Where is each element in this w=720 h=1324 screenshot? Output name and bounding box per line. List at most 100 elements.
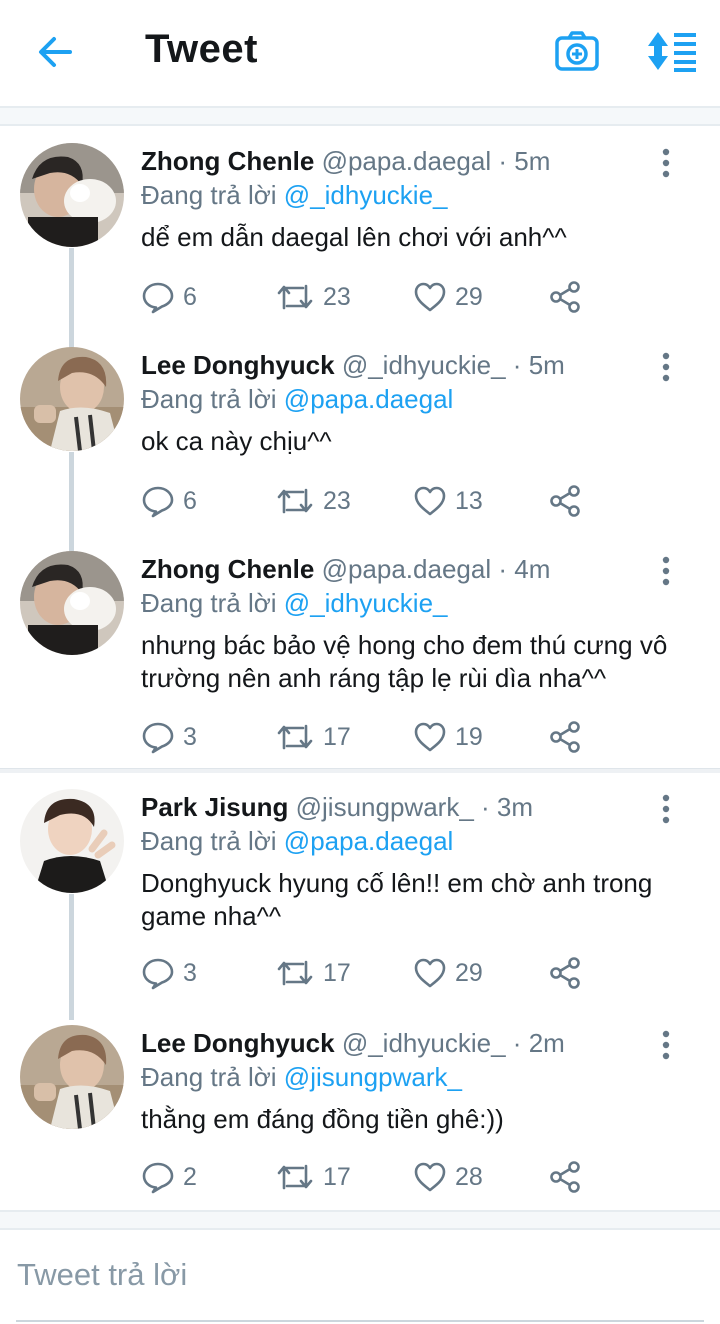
retweet-button[interactable]: 17 xyxy=(275,953,351,993)
conversation-thread: Park Jisung @jisungpwark_ · 3m Đang trả … xyxy=(0,772,720,1208)
author-handle[interactable]: @papa.daegal xyxy=(322,554,492,584)
retweet-button[interactable]: 23 xyxy=(275,277,351,317)
conversation-thread: Zhong Chenle @papa.daegal · 5m Đang trả … xyxy=(0,126,720,768)
tweet-actions: 6 23 13 xyxy=(141,481,601,521)
like-count: 28 xyxy=(455,1162,483,1191)
camera-add-icon xyxy=(555,31,599,71)
reply-input[interactable] xyxy=(0,1230,720,1320)
share-icon xyxy=(550,721,580,753)
like-button[interactable]: 13 xyxy=(413,481,483,521)
avatar[interactable] xyxy=(20,551,124,655)
tweet-header: Lee Donghyuck @_idhyuckie_ · 5m xyxy=(141,350,565,381)
retweet-icon xyxy=(277,1164,313,1190)
retweet-count: 17 xyxy=(323,1162,351,1191)
reply-count: 2 xyxy=(183,1162,197,1191)
retweet-icon xyxy=(277,488,313,514)
mention-link[interactable]: @papa.daegal xyxy=(284,826,454,856)
reply-button[interactable]: 2 xyxy=(141,1157,197,1197)
tweet[interactable]: Zhong Chenle @papa.daegal · 5m Đang trả … xyxy=(0,126,720,330)
replying-to: Đang trả lời @_idhyuckie_ xyxy=(141,588,448,619)
tweet-actions: 3 17 29 xyxy=(141,953,601,993)
retweet-button[interactable]: 23 xyxy=(275,481,351,521)
more-button[interactable] xyxy=(654,556,678,586)
section-divider xyxy=(0,108,720,126)
mention-link[interactable]: @_idhyuckie_ xyxy=(284,588,448,618)
reply-bubble-icon xyxy=(142,958,174,990)
like-button[interactable]: 29 xyxy=(413,953,483,993)
author-handle[interactable]: @jisungpwark_ xyxy=(296,792,474,822)
avatar[interactable] xyxy=(20,789,124,893)
reply-count: 6 xyxy=(183,282,197,311)
camera-button[interactable] xyxy=(554,29,600,73)
retweet-button[interactable]: 17 xyxy=(275,717,351,757)
author-name[interactable]: Lee Donghyuck xyxy=(141,1028,335,1058)
heart-icon xyxy=(414,958,446,988)
share-icon xyxy=(550,957,580,989)
author-name[interactable]: Park Jisung xyxy=(141,792,288,822)
retweet-button[interactable]: 17 xyxy=(275,1157,351,1197)
section-divider xyxy=(0,1210,720,1230)
heart-icon xyxy=(414,722,446,752)
author-handle[interactable]: @_idhyuckie_ xyxy=(342,1028,506,1058)
more-button[interactable] xyxy=(654,1030,678,1060)
replying-to-label: Đang trả lời xyxy=(141,826,277,856)
tweet[interactable]: Park Jisung @jisungpwark_ · 3m Đang trả … xyxy=(0,772,720,1008)
replying-to-label: Đang trả lời xyxy=(141,588,277,618)
mention-link[interactable]: @jisungpwark_ xyxy=(284,1062,462,1092)
reply-bubble-icon xyxy=(142,282,174,314)
tweet-actions: 6 23 29 xyxy=(141,277,601,317)
like-button[interactable]: 19 xyxy=(413,717,483,757)
page-title: Tweet xyxy=(145,27,258,71)
tweet[interactable]: Lee Donghyuck @_idhyuckie_ · 5m Đang trả… xyxy=(0,330,720,534)
tweet[interactable]: Zhong Chenle @papa.daegal · 4m Đang trả … xyxy=(0,534,720,768)
heart-icon xyxy=(414,1162,446,1192)
replying-to: Đang trả lời @jisungpwark_ xyxy=(141,1062,462,1093)
like-count: 29 xyxy=(455,958,483,987)
tweet-text: thằng em đáng đồng tiền ghê:)) xyxy=(141,1104,504,1134)
like-count: 29 xyxy=(455,282,483,311)
author-name[interactable]: Zhong Chenle xyxy=(141,146,314,176)
heart-icon xyxy=(414,486,446,516)
more-button[interactable] xyxy=(654,794,678,824)
author-name[interactable]: Zhong Chenle xyxy=(141,554,314,584)
timestamp: 3m xyxy=(496,792,534,822)
timestamp: 2m xyxy=(528,1028,565,1058)
more-vertical-icon xyxy=(662,794,670,824)
reply-button[interactable]: 3 xyxy=(141,717,197,757)
separator-dot: · xyxy=(498,554,508,584)
retweet-count: 17 xyxy=(323,722,351,751)
avatar[interactable] xyxy=(20,347,124,451)
share-button[interactable] xyxy=(549,953,583,993)
share-button[interactable] xyxy=(549,717,583,757)
more-vertical-icon xyxy=(662,556,670,586)
share-icon xyxy=(550,1161,580,1193)
separator-dot: · xyxy=(498,146,508,176)
more-button[interactable] xyxy=(654,352,678,382)
share-button[interactable] xyxy=(549,277,583,317)
share-button[interactable] xyxy=(549,481,583,521)
share-icon xyxy=(550,281,580,313)
separator-dot: · xyxy=(512,1028,522,1058)
author-handle[interactable]: @papa.daegal xyxy=(322,146,492,176)
tweet[interactable]: Lee Donghyuck @_idhyuckie_ · 2m Đang trả… xyxy=(0,1008,720,1208)
timestamp: 5m xyxy=(514,146,551,176)
mention-link[interactable]: @papa.daegal xyxy=(284,384,454,414)
avatar[interactable] xyxy=(20,1025,124,1129)
avatar[interactable] xyxy=(20,143,124,247)
tweet-header: Park Jisung @jisungpwark_ · 3m xyxy=(141,792,533,823)
author-handle[interactable]: @_idhyuckie_ xyxy=(342,350,506,380)
reply-button[interactable]: 6 xyxy=(141,481,197,521)
share-button[interactable] xyxy=(549,1157,583,1197)
mention-link[interactable]: @_idhyuckie_ xyxy=(284,180,448,210)
more-vertical-icon xyxy=(662,148,670,178)
author-name[interactable]: Lee Donghyuck xyxy=(141,350,335,380)
back-button[interactable] xyxy=(34,30,78,74)
like-button[interactable]: 28 xyxy=(413,1157,483,1197)
like-button[interactable]: 29 xyxy=(413,277,483,317)
reply-button[interactable]: 3 xyxy=(141,953,197,993)
sort-button[interactable] xyxy=(646,30,698,72)
more-button[interactable] xyxy=(654,148,678,178)
tweet-actions: 2 17 28 xyxy=(141,1157,601,1197)
tweet-text: nhưng bác bảo vệ hong cho đem thú cưng v… xyxy=(141,630,668,693)
reply-button[interactable]: 6 xyxy=(141,277,197,317)
